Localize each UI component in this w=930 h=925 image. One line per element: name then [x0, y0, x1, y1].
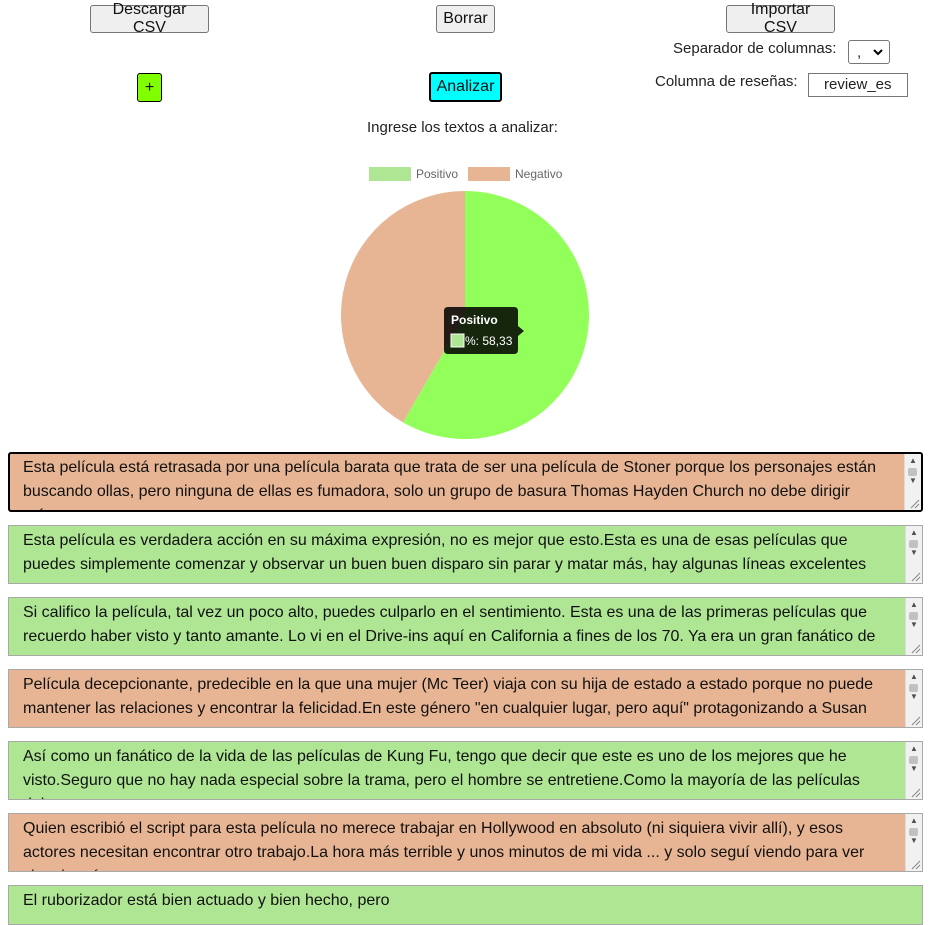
review-column-label: Columna de reseñas: — [655, 73, 798, 90]
tooltip-title: Positivo — [451, 313, 498, 327]
separator-label: Separador de columnas: — [673, 40, 837, 57]
legend-swatch-negativo[interactable] — [468, 167, 510, 181]
scroll-down-icon[interactable]: ▼ — [906, 834, 922, 848]
scroll-down-icon[interactable]: ▼ — [905, 474, 921, 488]
review-textarea[interactable]: El ruborizador está bien actuado y bien … — [8, 885, 923, 925]
clear-button[interactable]: Borrar — [436, 5, 495, 33]
resize-grip-icon[interactable] — [909, 642, 921, 654]
input-prompt-label: Ingrese los textos a analizar: — [367, 119, 558, 136]
scroll-down-icon[interactable]: ▼ — [906, 546, 922, 560]
review-text: Esta película es verdadera acción en su … — [23, 532, 867, 583]
scroll-up-icon[interactable]: ▲ — [906, 814, 922, 828]
separator-select[interactable]: , — [848, 40, 890, 64]
review-textarea[interactable]: Quien escribió el script para esta pelíc… — [8, 813, 923, 872]
resize-grip-icon[interactable] — [908, 497, 920, 509]
legend-label-negativo[interactable]: Negativo — [515, 167, 563, 181]
review-column-input[interactable]: review_es — [808, 73, 908, 97]
review-text: El ruborizador está bien actuado y bien … — [23, 892, 390, 909]
resize-grip-icon[interactable] — [909, 858, 921, 870]
scroll-up-icon[interactable]: ▲ — [906, 742, 922, 756]
review-text: Esta película está retrasada por una pel… — [23, 459, 876, 510]
scroll-up-icon[interactable]: ▲ — [906, 526, 922, 540]
review-text: Si califico la película, tal vez un poco… — [23, 604, 876, 645]
review-textarea[interactable]: Esta película es verdadera acción en su … — [8, 525, 923, 584]
resize-grip-icon[interactable] — [909, 714, 921, 726]
tooltip-swatch — [450, 333, 465, 348]
scroll-up-icon[interactable]: ▲ — [905, 454, 921, 468]
scroll-down-icon[interactable]: ▼ — [906, 762, 922, 776]
review-textarea[interactable]: Si califico la película, tal vez un poco… — [8, 597, 923, 656]
scroll-down-icon[interactable]: ▼ — [906, 618, 922, 632]
review-text: Quien escribió el script para esta pelíc… — [23, 820, 865, 871]
legend-swatch-positivo[interactable] — [369, 167, 411, 181]
scroll-down-icon[interactable]: ▼ — [906, 690, 922, 704]
analyze-button[interactable]: Analizar — [429, 72, 502, 102]
resize-grip-icon[interactable] — [909, 786, 921, 798]
review-textarea[interactable]: Película decepcionante, predecible en la… — [8, 669, 923, 728]
legend-label-positivo[interactable]: Positivo — [416, 167, 458, 181]
scroll-up-icon[interactable]: ▲ — [906, 670, 922, 684]
review-textarea[interactable]: Así como un fanático de la vida de las p… — [8, 741, 923, 800]
resize-grip-icon[interactable] — [909, 570, 921, 582]
scroll-up-icon[interactable]: ▲ — [906, 598, 922, 612]
chevron-down-icon — [873, 43, 883, 64]
import-csv-button[interactable]: Importar CSV — [726, 1, 835, 36]
download-csv-button[interactable]: Descargar CSV — [90, 1, 209, 36]
review-text: Así como un fanático de la vida de las p… — [23, 748, 860, 799]
separator-value: , — [857, 43, 862, 61]
review-textarea[interactable]: Esta película está retrasada por una pel… — [8, 452, 923, 512]
chart-tooltip: Positivo %: 58,33 — [444, 307, 524, 354]
add-text-button[interactable]: + — [137, 73, 162, 102]
sentiment-pie-chart: Positivo Negativo Positivo %: 58,33 — [340, 167, 589, 439]
tooltip-value: %: 58,33 — [465, 334, 513, 348]
review-text: Película decepcionante, predecible en la… — [23, 676, 874, 717]
